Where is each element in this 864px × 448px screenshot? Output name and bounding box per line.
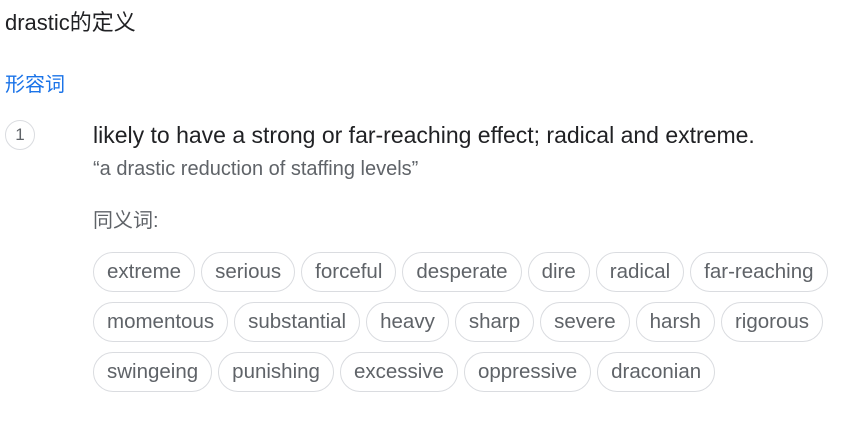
synonym-chip[interactable]: desperate [402, 252, 522, 292]
synonym-chip[interactable]: forceful [301, 252, 397, 292]
synonym-chip[interactable]: far-reaching [690, 252, 828, 292]
synonym-chip[interactable]: severe [540, 302, 630, 342]
synonym-chip[interactable]: sharp [454, 302, 535, 342]
synonym-chip[interactable]: swingeing [93, 352, 213, 392]
synonym-chip[interactable]: harsh [635, 302, 715, 342]
definition-text: likely to have a strong or far-reaching … [93, 122, 755, 148]
example-sentence: “a drastic reduction of staffing levels” [93, 158, 419, 180]
synonym-chip[interactable]: radical [595, 252, 685, 292]
synonym-chip[interactable]: substantial [234, 302, 361, 342]
synonym-chip[interactable]: draconian [597, 352, 716, 392]
synonyms-label: 同义词: [93, 210, 159, 232]
synonym-chip[interactable]: punishing [218, 352, 334, 392]
synonym-chip[interactable]: momentous [93, 302, 229, 342]
synonym-chip[interactable]: rigorous [720, 302, 823, 342]
synonym-chip[interactable]: dire [527, 252, 590, 292]
synonym-chip[interactable]: oppressive [463, 352, 592, 392]
synonym-chip[interactable]: serious [201, 252, 296, 292]
part-of-speech-label: 形容词 [5, 74, 65, 96]
synonym-chip[interactable]: excessive [339, 352, 458, 392]
page-title: drastic的定义 [5, 10, 136, 35]
sense-number-badge: 1 [5, 120, 35, 150]
synonym-chip-list: extreme serious forceful desperate dire … [93, 252, 833, 392]
synonym-chip[interactable]: extreme [93, 252, 196, 292]
synonym-chip[interactable]: heavy [366, 302, 449, 342]
